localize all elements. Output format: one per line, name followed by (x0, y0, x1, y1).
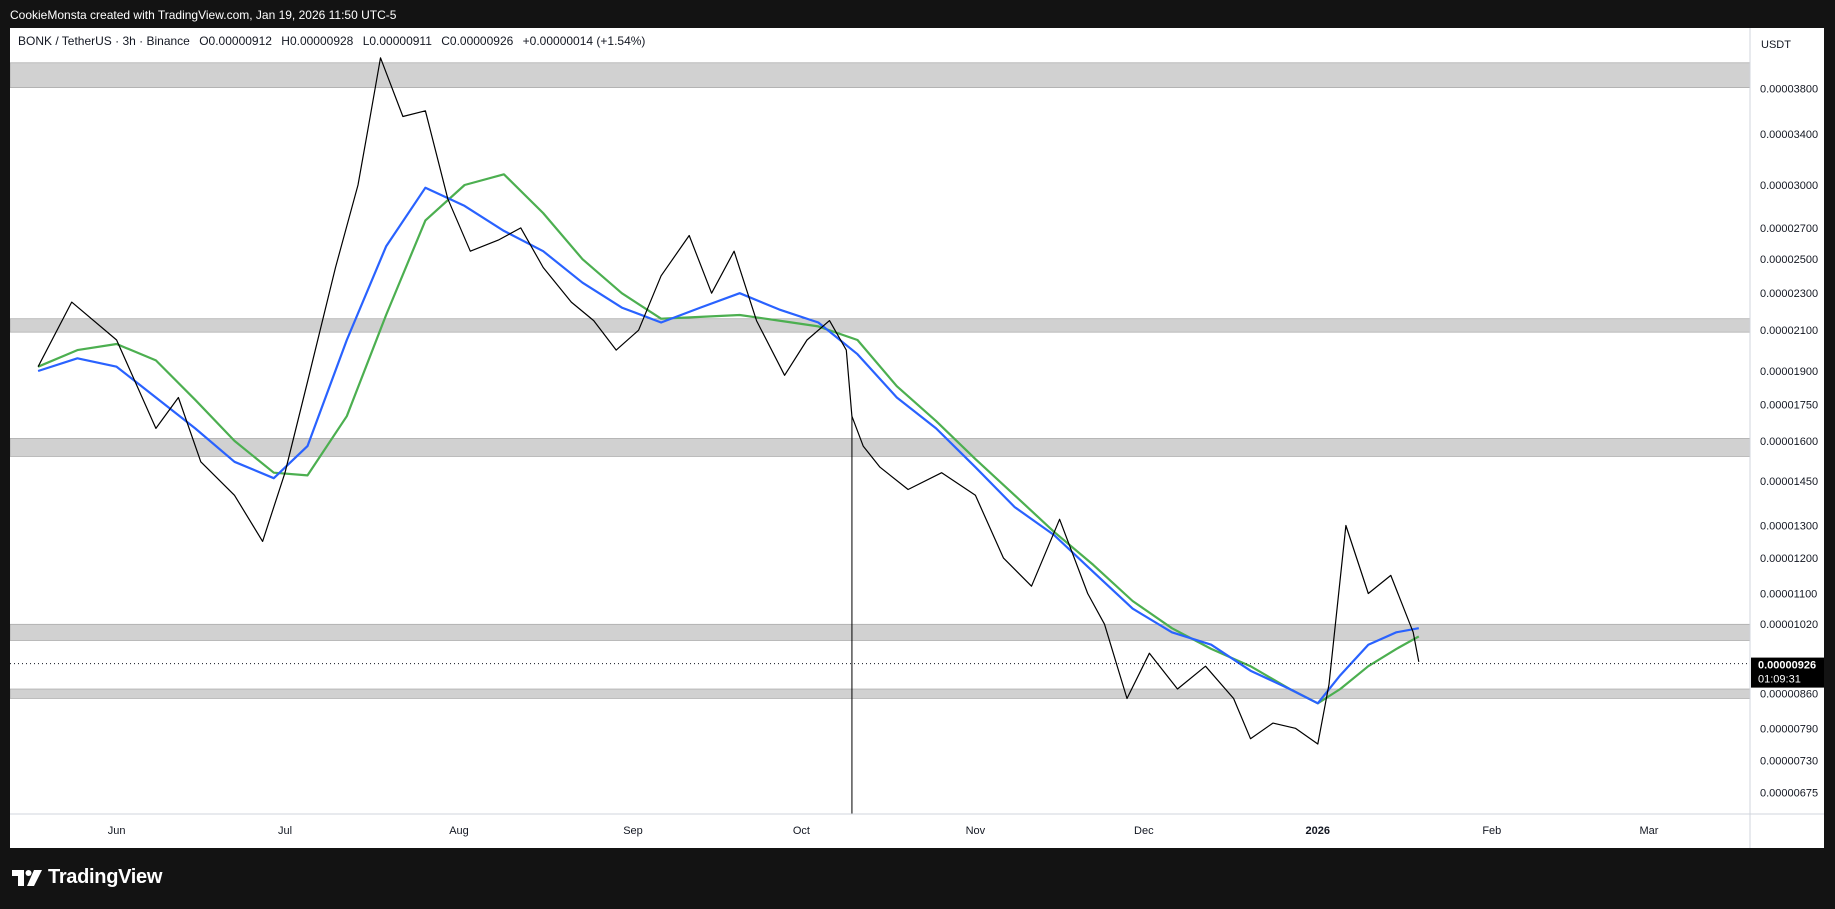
ohlc-high: H0.00000928 (281, 34, 354, 48)
zone-2 (10, 318, 1751, 333)
x-tick-label: Sep (623, 825, 643, 837)
zone-3 (10, 438, 1751, 457)
symbol-info: BONK / TetherUS · 3h · Binance (18, 34, 190, 48)
tradingview-logo[interactable]: TradingView (12, 866, 162, 889)
ohlc-open: O0.00000912 (199, 34, 272, 48)
ohlc-close: C0.00000926 (441, 34, 514, 48)
currency-label: USDT (1761, 39, 1791, 51)
y-tick-label: 0.00003400 (1760, 129, 1818, 141)
y-tick-label: 0.00000860 (1760, 689, 1818, 701)
price-tag-countdown: 01:09:31 (1758, 674, 1801, 686)
attribution-bar: CookieMonsta created with TradingView.co… (0, 0, 1835, 28)
x-tick-label: Dec (1134, 825, 1154, 837)
y-tick-label: 0.00001200 (1760, 553, 1818, 565)
x-tick-label: Nov (966, 825, 986, 837)
chart-frame[interactable]: 0.00003800 0.00003400 0.00003000 0.00002700… (10, 28, 1824, 848)
y-tick-label: 0.00000730 (1760, 755, 1818, 767)
attribution-text: CookieMonsta created with TradingView.co… (10, 8, 397, 22)
symbol-legend: BONK / TetherUS · 3h · Binance O0.000009… (18, 34, 645, 48)
price-series (37, 57, 1420, 745)
y-tick-label: 0.00003800 (1760, 84, 1818, 96)
zone-4 (10, 623, 1751, 641)
y-tick-label: 0.00002100 (1760, 325, 1818, 337)
y-tick-label: 0.00001100 (1760, 589, 1817, 601)
y-tick-label: 0.00001020 (1760, 619, 1818, 631)
zone-layer (10, 62, 1751, 699)
tradingview-logo-text: TradingView (48, 866, 163, 888)
tradingview-logo-icon (12, 869, 42, 886)
price-chart[interactable]: 0.00003800 0.00003400 0.00003000 0.00002700… (10, 28, 1824, 848)
current-price-tag: 0.00000926 01:09:31 (1751, 657, 1824, 688)
y-tick-label: 0.00001750 (1760, 399, 1818, 411)
x-tick-label: Jun (108, 825, 126, 837)
x-tick-label: Jul (278, 825, 292, 837)
price-tag-value: 0.00000926 (1758, 660, 1816, 672)
x-axis[interactable]: Jun Jul Aug Sep Oct Nov Dec 2026 Feb Mar (108, 825, 1659, 837)
y-tick-label: 0.00002700 (1760, 223, 1818, 235)
x-tick-label: Oct (793, 825, 810, 837)
x-tick-label: Mar (1640, 825, 1659, 837)
ohlc-low: L0.00000911 (362, 34, 432, 48)
y-axis[interactable]: 0.00003800 0.00003400 0.00003000 0.00002700… (1760, 84, 1818, 800)
zone-5 (10, 688, 1751, 699)
zone-1 (10, 62, 1751, 88)
ohlc-change: +0.00000014 (+1.54%) (522, 34, 646, 48)
y-tick-label: 0.00002500 (1760, 254, 1818, 266)
x-tick-label: Feb (1482, 825, 1501, 837)
y-tick-label: 0.00001300 (1760, 521, 1818, 533)
y-tick-label: 0.00002300 (1760, 288, 1818, 300)
y-tick-label: 0.00001900 (1760, 366, 1818, 378)
x-tick-label: 2026 (1306, 825, 1330, 837)
series-layer (37, 57, 1420, 814)
y-tick-label: 0.00001600 (1760, 436, 1818, 448)
y-tick-label: 0.00001450 (1760, 476, 1818, 488)
y-tick-label: 0.00000790 (1760, 723, 1818, 735)
footer-bar: TradingView (0, 848, 1835, 909)
y-tick-label: 0.00000675 (1760, 787, 1818, 799)
x-tick-label: Aug (449, 825, 469, 837)
y-tick-label: 0.00003000 (1760, 180, 1818, 192)
